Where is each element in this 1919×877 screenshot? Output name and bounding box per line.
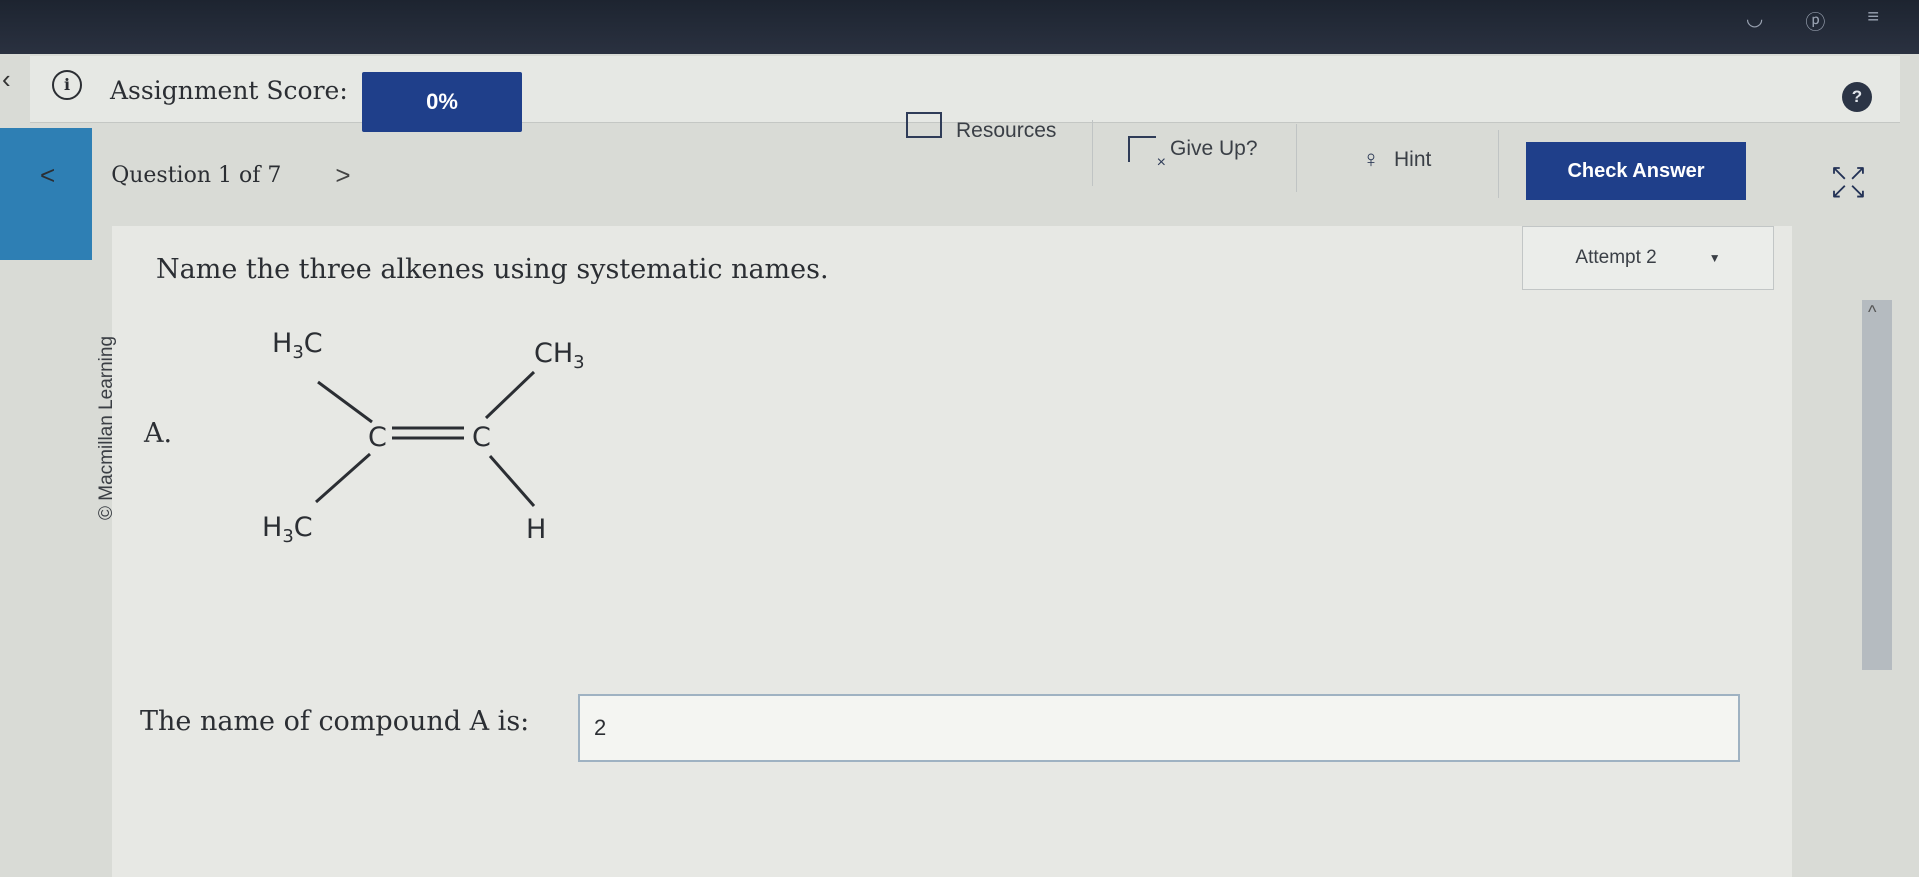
folder-icon bbox=[906, 112, 942, 138]
dropdown-caret-icon: ▼ bbox=[1708, 251, 1721, 265]
attempt-label: Attempt 2 bbox=[1575, 247, 1657, 268]
collapse-chevron-icon[interactable]: ‹ bbox=[2, 64, 11, 95]
info-icon[interactable]: i bbox=[52, 70, 82, 100]
resources-button[interactable]: Resources bbox=[906, 112, 1057, 144]
hint-button[interactable]: ♀ Hint bbox=[1362, 146, 1431, 174]
molecule-structure: H3C CH3 C C H3C H bbox=[262, 328, 585, 547]
assignment-score-value: 0% bbox=[362, 72, 522, 132]
atom-top-right: CH3 bbox=[534, 338, 585, 373]
bond-bottom-left bbox=[315, 452, 371, 504]
bond-top-left bbox=[317, 380, 373, 424]
left-accent-stripe bbox=[0, 128, 92, 260]
previous-question-icon[interactable]: < bbox=[40, 160, 55, 191]
bond-top-right bbox=[484, 370, 536, 420]
bond-bottom-right bbox=[488, 455, 536, 507]
answer-label: The name of compound A is: bbox=[140, 706, 530, 737]
scroll-up-icon[interactable]: ^ bbox=[1868, 302, 1876, 323]
answer-input[interactable] bbox=[578, 694, 1740, 762]
question-text: Name the three alkenes using systematic … bbox=[156, 254, 829, 285]
atom-carbon-right: C bbox=[472, 422, 491, 453]
give-up-button[interactable]: Give Up? bbox=[1128, 136, 1258, 172]
divider bbox=[1092, 120, 1093, 186]
atom-bottom-right: H bbox=[526, 514, 546, 545]
question-counter: Question 1 of 7 bbox=[111, 163, 282, 188]
assignment-score-label: Assignment Score: bbox=[110, 76, 348, 105]
atom-top-left: H3C bbox=[272, 328, 323, 363]
hint-label: Hint bbox=[1394, 148, 1432, 171]
question-nav: < Question 1 of 7 > bbox=[40, 160, 351, 191]
divider bbox=[1498, 130, 1499, 198]
help-icon[interactable]: ? bbox=[1842, 82, 1872, 112]
divider bbox=[1296, 124, 1297, 192]
compound-label: A. bbox=[144, 418, 173, 449]
give-up-icon bbox=[1128, 136, 1166, 172]
scrollbar[interactable] bbox=[1862, 300, 1892, 670]
menu-icon[interactable]: ≡ bbox=[1867, 6, 1879, 35]
attempt-dropdown[interactable]: Attempt 2 ▼ bbox=[1522, 226, 1774, 290]
give-up-label: Give Up? bbox=[1170, 137, 1258, 160]
browser-top-bar: ◡ ⓟ ≡ bbox=[0, 0, 1919, 54]
resources-label: Resources bbox=[956, 119, 1057, 142]
next-question-icon[interactable]: > bbox=[335, 160, 350, 191]
check-answer-button[interactable]: Check Answer bbox=[1526, 142, 1746, 200]
pocket-icon[interactable]: ◡ bbox=[1746, 6, 1763, 35]
expand-icon[interactable]: ↖↗ ↙↘ bbox=[1830, 162, 1867, 202]
profile-icon[interactable]: ⓟ bbox=[1805, 6, 1825, 35]
atom-bottom-left: H3C bbox=[262, 512, 313, 547]
lightbulb-icon: ♀ bbox=[1362, 146, 1380, 173]
atom-carbon-left: C bbox=[368, 422, 387, 453]
copyright-credit: © Macmillan Learning bbox=[96, 335, 117, 520]
